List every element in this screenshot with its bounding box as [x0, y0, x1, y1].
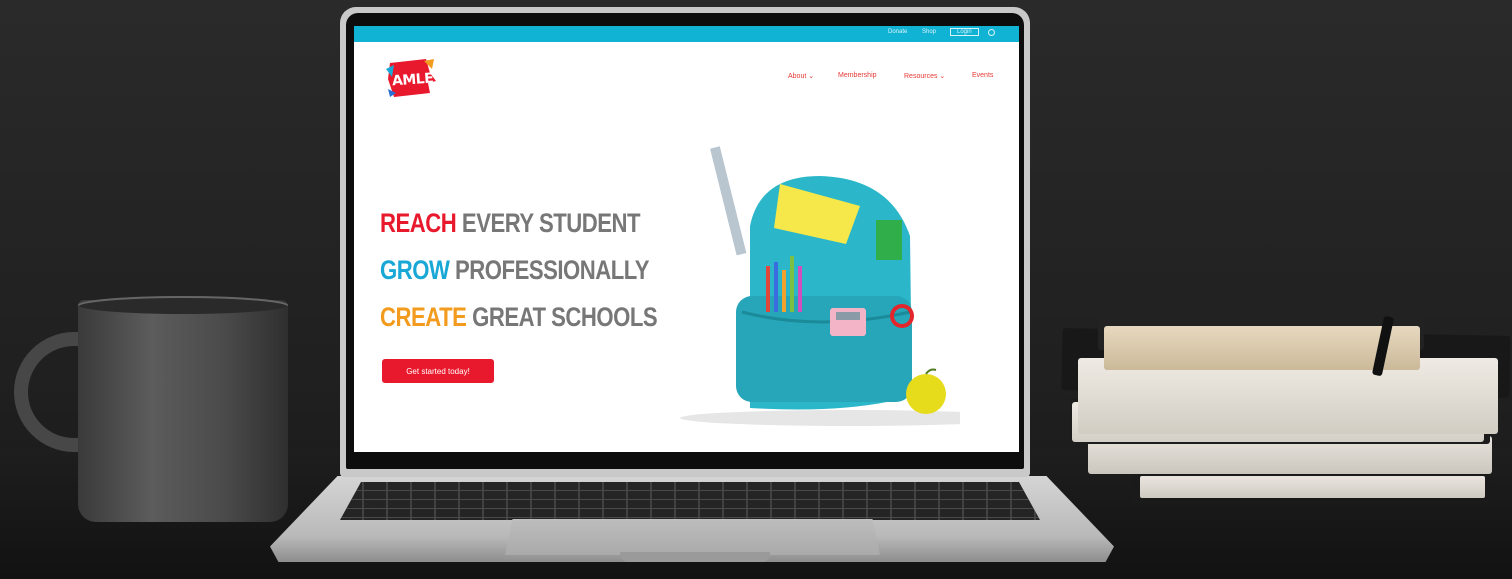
donate-link[interactable]: Donate: [888, 29, 907, 35]
book-bottom-pages: [1140, 476, 1485, 498]
hero-accent-reach: REACH: [380, 208, 457, 238]
logo-text: AMLE: [391, 70, 434, 90]
coffee-mug: [78, 300, 288, 522]
nav-events[interactable]: Events: [972, 72, 993, 79]
book-top-pages: [1104, 326, 1420, 370]
get-started-button[interactable]: Get started today!: [382, 359, 494, 383]
login-button[interactable]: Login: [950, 28, 979, 36]
keyboard-rows: [340, 482, 1040, 520]
utility-bar: Donate Shop Login: [354, 26, 1019, 42]
hero-accent-create: CREATE: [380, 302, 467, 332]
hero-rest-2: PROFESSIONALLY: [455, 255, 650, 285]
hero-rest-1: EVERY STUDENT: [461, 208, 641, 238]
shop-link[interactable]: Shop: [922, 29, 936, 35]
laptop-notch: [620, 552, 770, 562]
hero-rest-3: GREAT SCHOOLS: [472, 302, 658, 332]
hero-accent-grow: GROW: [380, 255, 450, 285]
mug-rim: [78, 296, 288, 314]
nav-resources[interactable]: Resources ⌄: [904, 72, 945, 80]
nav-membership[interactable]: Membership: [838, 72, 877, 79]
hero-line-1: REACH EVERY STUDENT: [380, 208, 641, 239]
backpack-image: [680, 146, 960, 426]
laptop-trackpad: [505, 519, 880, 555]
search-icon[interactable]: [988, 29, 995, 36]
nav-about[interactable]: About ⌄: [788, 72, 814, 80]
hero-line-3: CREATE GREAT SCHOOLS: [380, 302, 658, 333]
website-screen: Donate Shop Login AMLE About ⌄ Membershi…: [354, 26, 1019, 452]
hero-line-2: GROW PROFESSIONALLY: [380, 255, 650, 286]
